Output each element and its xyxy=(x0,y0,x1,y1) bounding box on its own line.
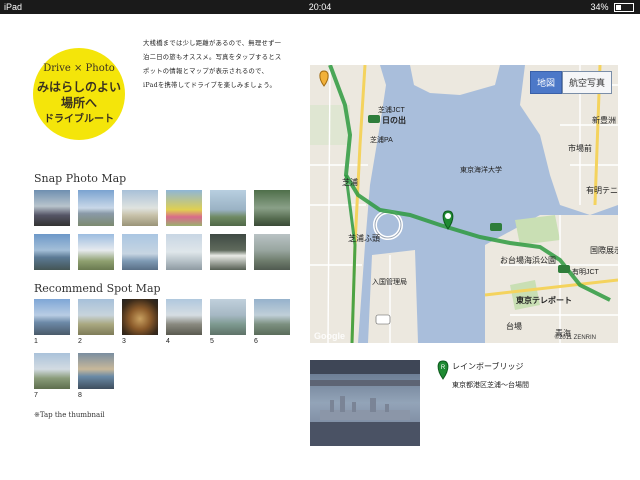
tap-thumbnail-note: ※Tap the thumbnail xyxy=(34,411,105,419)
map-label-hinode: 日の出 xyxy=(382,116,406,125)
badge-line2: みはらしのよい xyxy=(36,80,121,94)
spot-number-4: 4 xyxy=(166,338,170,345)
map-label-shibaura-pa: 芝浦PA xyxy=(370,137,393,144)
snap-thumb-10[interactable] xyxy=(166,234,202,270)
spot-thumb-7[interactable] xyxy=(34,353,70,389)
badge-line3: 場所へ xyxy=(60,96,97,110)
snap-thumb-6[interactable] xyxy=(254,190,290,226)
status-bar: iPad 20:04 34% xyxy=(0,0,640,14)
snap-thumb-12[interactable] xyxy=(254,234,290,270)
spot-number-8: 8 xyxy=(78,392,82,399)
map-label-shibaura: 芝浦 xyxy=(342,178,358,187)
spot-marker-icon: R xyxy=(437,360,449,380)
map-tab-satellite[interactable]: 航空写真 xyxy=(561,71,612,94)
google-logo: Google xyxy=(314,331,345,341)
spot-thumb-4[interactable] xyxy=(166,299,202,335)
map-label-shin-toyosu: 新豊洲 xyxy=(592,116,616,125)
spot-thumb-1[interactable] xyxy=(34,299,70,335)
route-map[interactable]: 地図 航空写真 芝浦JCT 日の出 芝浦PA 芝浦 芝浦ふ頭 入国管理局 お台場… xyxy=(310,65,618,343)
map-label-kokusai-tenjijo: 国際展示場 xyxy=(590,246,618,255)
title-badge: Drive × Photo みはらしのよい 場所へ ドライブルート xyxy=(33,48,125,140)
map-label-ariake-tennis: 有明テニスの森 xyxy=(586,186,618,195)
spot-number-7: 7 xyxy=(34,392,38,399)
snap-thumb-2[interactable] xyxy=(78,190,114,226)
recommend-spot-map-title: Recommend Spot Map xyxy=(34,282,161,295)
spot-number-1: 1 xyxy=(34,338,38,345)
snap-thumb-8[interactable] xyxy=(78,234,114,270)
spot-number-5: 5 xyxy=(210,338,214,345)
clock: 20:04 xyxy=(308,2,332,12)
map-label-tokyo-teleport: 東京テレポート xyxy=(516,296,572,305)
battery-icon xyxy=(614,3,634,13)
map-label-nyukoku-kanri: 入国管理局 xyxy=(372,279,407,286)
badge-line4: ドライブルート xyxy=(44,114,114,125)
map-label-daiba: 台場 xyxy=(506,322,522,331)
map-label-ichiba-mae: 市場前 xyxy=(568,144,592,153)
spot-thumb-8[interactable] xyxy=(78,353,114,389)
snap-thumb-7[interactable] xyxy=(34,234,70,270)
spot-title: レインボーブリッジ xyxy=(452,362,524,371)
snap-photo-map-title: Snap Photo Map xyxy=(34,172,127,185)
snap-thumb-4[interactable] xyxy=(166,190,202,226)
badge-line1: Drive × Photo xyxy=(43,63,115,74)
snap-thumb-3[interactable] xyxy=(122,190,158,226)
spot-photo xyxy=(310,360,420,446)
spot-number-2: 2 xyxy=(78,338,82,345)
spot-marker-letter: R xyxy=(441,365,446,371)
map-copyright: ©2011 ZENRIN xyxy=(554,335,596,341)
spot-thumb-2[interactable] xyxy=(78,299,114,335)
snap-thumb-5[interactable] xyxy=(210,190,246,226)
map-label-shibaura-futo: 芝浦ふ頭 xyxy=(348,234,380,243)
map-label-shibaura-jct: 芝浦JCT xyxy=(378,107,405,114)
spot-number-3: 3 xyxy=(122,338,126,345)
intro-text: 大桟橋までは少し距離があるので、無理せず一泊二日の旅もオススメ。写真をタップする… xyxy=(143,40,282,89)
snap-thumb-1[interactable] xyxy=(34,190,70,226)
spot-photo-image xyxy=(310,360,420,446)
spot-address: 東京都港区芝浦～台場間 xyxy=(452,381,529,389)
snap-thumb-9[interactable] xyxy=(122,234,158,270)
map-tab-map[interactable]: 地図 xyxy=(529,71,562,94)
map-label-ariake-jct: 有明JCT xyxy=(572,269,599,276)
spot-thumb-5[interactable] xyxy=(210,299,246,335)
spot-thumb-6[interactable] xyxy=(254,299,290,335)
map-type-switch: 地図 航空写真 xyxy=(529,71,612,94)
spot-thumb-3[interactable] xyxy=(122,299,158,335)
spot-number-6: 6 xyxy=(254,338,258,345)
snap-thumb-11[interactable] xyxy=(210,234,246,270)
map-label-tokyo-kaiyo-univ: 東京海洋大学 xyxy=(460,167,502,174)
map-label-odaiba-kaihin-koen: お台場海浜公園 xyxy=(500,256,556,265)
battery-indicator: 34% xyxy=(590,0,634,14)
battery-percent: 34% xyxy=(590,2,609,12)
